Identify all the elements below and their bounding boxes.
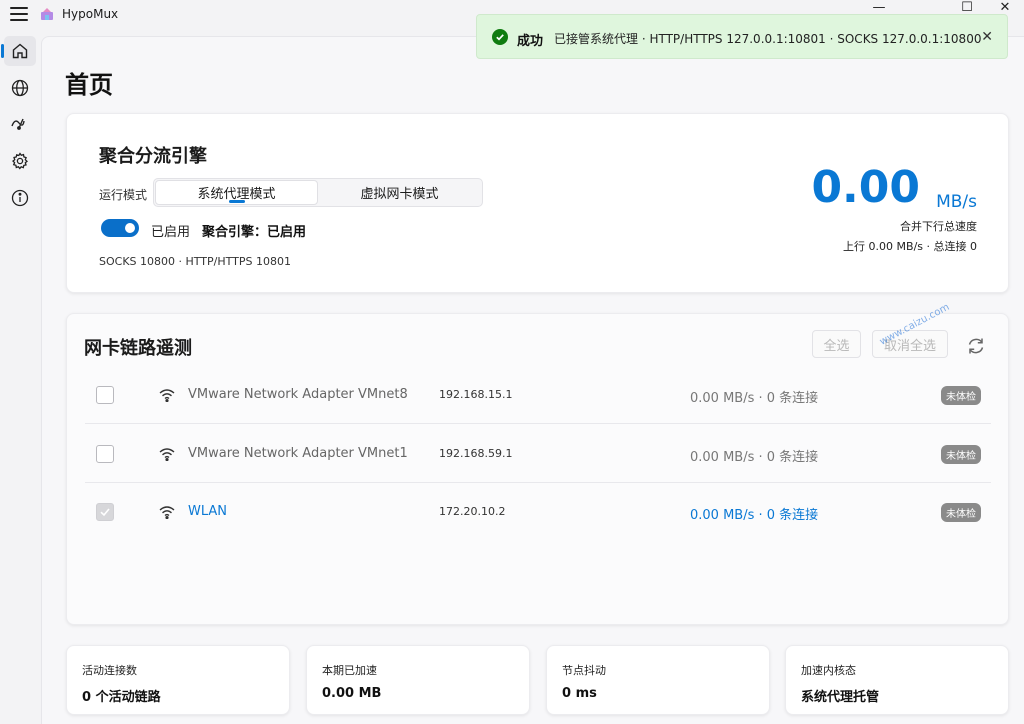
mode-virtual-nic[interactable]: 虚拟网卡模式: [318, 180, 481, 205]
success-toast: 成功 已接管系统代理 · HTTP/HTTPS 127.0.0.1:10801 …: [476, 14, 1008, 59]
speed-value: 0.00: [811, 162, 920, 213]
status-badge: 未体检: [941, 386, 981, 405]
toast-message: 已接管系统代理 · HTTP/HTTPS 127.0.0.1:10801 · S…: [554, 32, 982, 46]
mode-system-proxy[interactable]: 系统代理模式: [155, 180, 318, 205]
nic-checkbox[interactable]: [96, 445, 114, 463]
nic-row[interactable]: VMware Network Adapter VMnet8 192.168.15…: [85, 366, 991, 424]
engine-toggle[interactable]: [101, 219, 139, 237]
main-content: 首页 聚合分流引擎 运行模式 系统代理模式 虚拟网卡模式 已启用 聚合引擎：已启…: [41, 36, 1024, 724]
select-all-button[interactable]: 全选: [812, 330, 861, 358]
minimize-button[interactable]: —: [856, 0, 902, 15]
engine-title: 聚合分流引擎: [99, 146, 207, 167]
stat-card-kernel: 加速内核态 系统代理托管: [785, 645, 1009, 715]
stat-card-connections: 活动连接数 0 个活动链路: [66, 645, 290, 715]
close-window-button[interactable]: ✕: [982, 0, 1024, 15]
nic-stat: 0.00 MB/s · 0 条连接: [690, 450, 819, 465]
speed-icon: [11, 118, 25, 130]
globe-icon: [11, 79, 29, 97]
status-badge: 未体检: [941, 445, 981, 464]
nic-checkbox[interactable]: [96, 503, 114, 521]
nic-row[interactable]: VMware Network Adapter VMnet1 192.168.59…: [85, 425, 991, 483]
nic-stat: 0.00 MB/s · 0 条连接: [690, 508, 819, 523]
speed-label: 合并下行总速度: [900, 220, 977, 233]
checkmark-icon: [100, 508, 110, 517]
nic-name: VMware Network Adapter VMnet8: [188, 387, 408, 402]
nav-rail: [0, 36, 40, 724]
success-check-icon: [492, 29, 508, 45]
stat-card-jitter: 节点抖动 0 ms: [546, 645, 770, 715]
toast-title: 成功: [517, 34, 544, 49]
stat-value: 系统代理托管: [801, 690, 880, 705]
nic-checkbox[interactable]: [96, 386, 114, 404]
ports-text: SOCKS 10800 · HTTP/HTTPS 10801: [99, 255, 291, 268]
nic-name: WLAN: [188, 504, 228, 519]
engine-status: 聚合引擎：已启用: [202, 225, 307, 240]
close-icon[interactable]: ✕: [981, 29, 993, 45]
wifi-icon: [159, 448, 175, 461]
mode-segmented-control: 系统代理模式 虚拟网卡模式: [153, 178, 483, 207]
stat-label: 加速内核态: [801, 664, 856, 677]
stat-card-accelerated: 本期已加速 0.00 MB: [306, 645, 530, 715]
speed-detail: 上行 0.00 MB/s · 总连接 0: [843, 240, 977, 253]
gear-icon: [12, 152, 28, 170]
stat-label: 节点抖动: [562, 664, 606, 677]
nav-home[interactable]: [1, 36, 36, 66]
engine-card: 聚合分流引擎 运行模式 系统代理模式 虚拟网卡模式 已启用 聚合引擎：已启用 S…: [66, 113, 1009, 293]
nic-name: VMware Network Adapter VMnet1: [188, 446, 408, 461]
nic-title: 网卡链路遥测: [84, 338, 192, 359]
nic-ip: 172.20.10.2: [439, 505, 506, 518]
stat-value: 0.00 MB: [322, 686, 382, 701]
mode-label: 运行模式: [99, 188, 148, 202]
stat-value: 0 ms: [562, 686, 597, 701]
info-icon: [11, 189, 29, 207]
nic-ip: 192.168.59.1: [439, 447, 513, 460]
nic-card: 网卡链路遥测 全选 取消全选 VMware Network Adapter VM…: [66, 313, 1009, 625]
hamburger-menu-icon[interactable]: [10, 6, 30, 22]
speed-unit: MB/s: [936, 192, 977, 212]
nav-globe[interactable]: [4, 73, 36, 103]
status-badge: 未体检: [941, 503, 981, 522]
home-icon: [12, 43, 28, 59]
refresh-icon[interactable]: [965, 335, 987, 357]
stat-label: 本期已加速: [322, 664, 377, 677]
nav-about[interactable]: [4, 183, 36, 213]
app-logo-icon: [41, 8, 53, 20]
nav-settings[interactable]: [4, 146, 36, 176]
nic-row[interactable]: WLAN 172.20.10.2 0.00 MB/s · 0 条连接 未体检: [85, 483, 991, 541]
toggle-label: 已启用: [151, 225, 191, 240]
nic-ip: 192.168.15.1: [439, 388, 513, 401]
stat-label: 活动连接数: [82, 664, 137, 677]
stat-value: 0 个活动链路: [82, 690, 161, 705]
wifi-icon: [159, 506, 175, 519]
nav-speed[interactable]: [4, 109, 36, 139]
nic-stat: 0.00 MB/s · 0 条连接: [690, 391, 819, 406]
app-title: HypoMux: [62, 7, 119, 21]
wifi-icon: [159, 389, 175, 402]
page-title: 首页: [65, 71, 113, 99]
